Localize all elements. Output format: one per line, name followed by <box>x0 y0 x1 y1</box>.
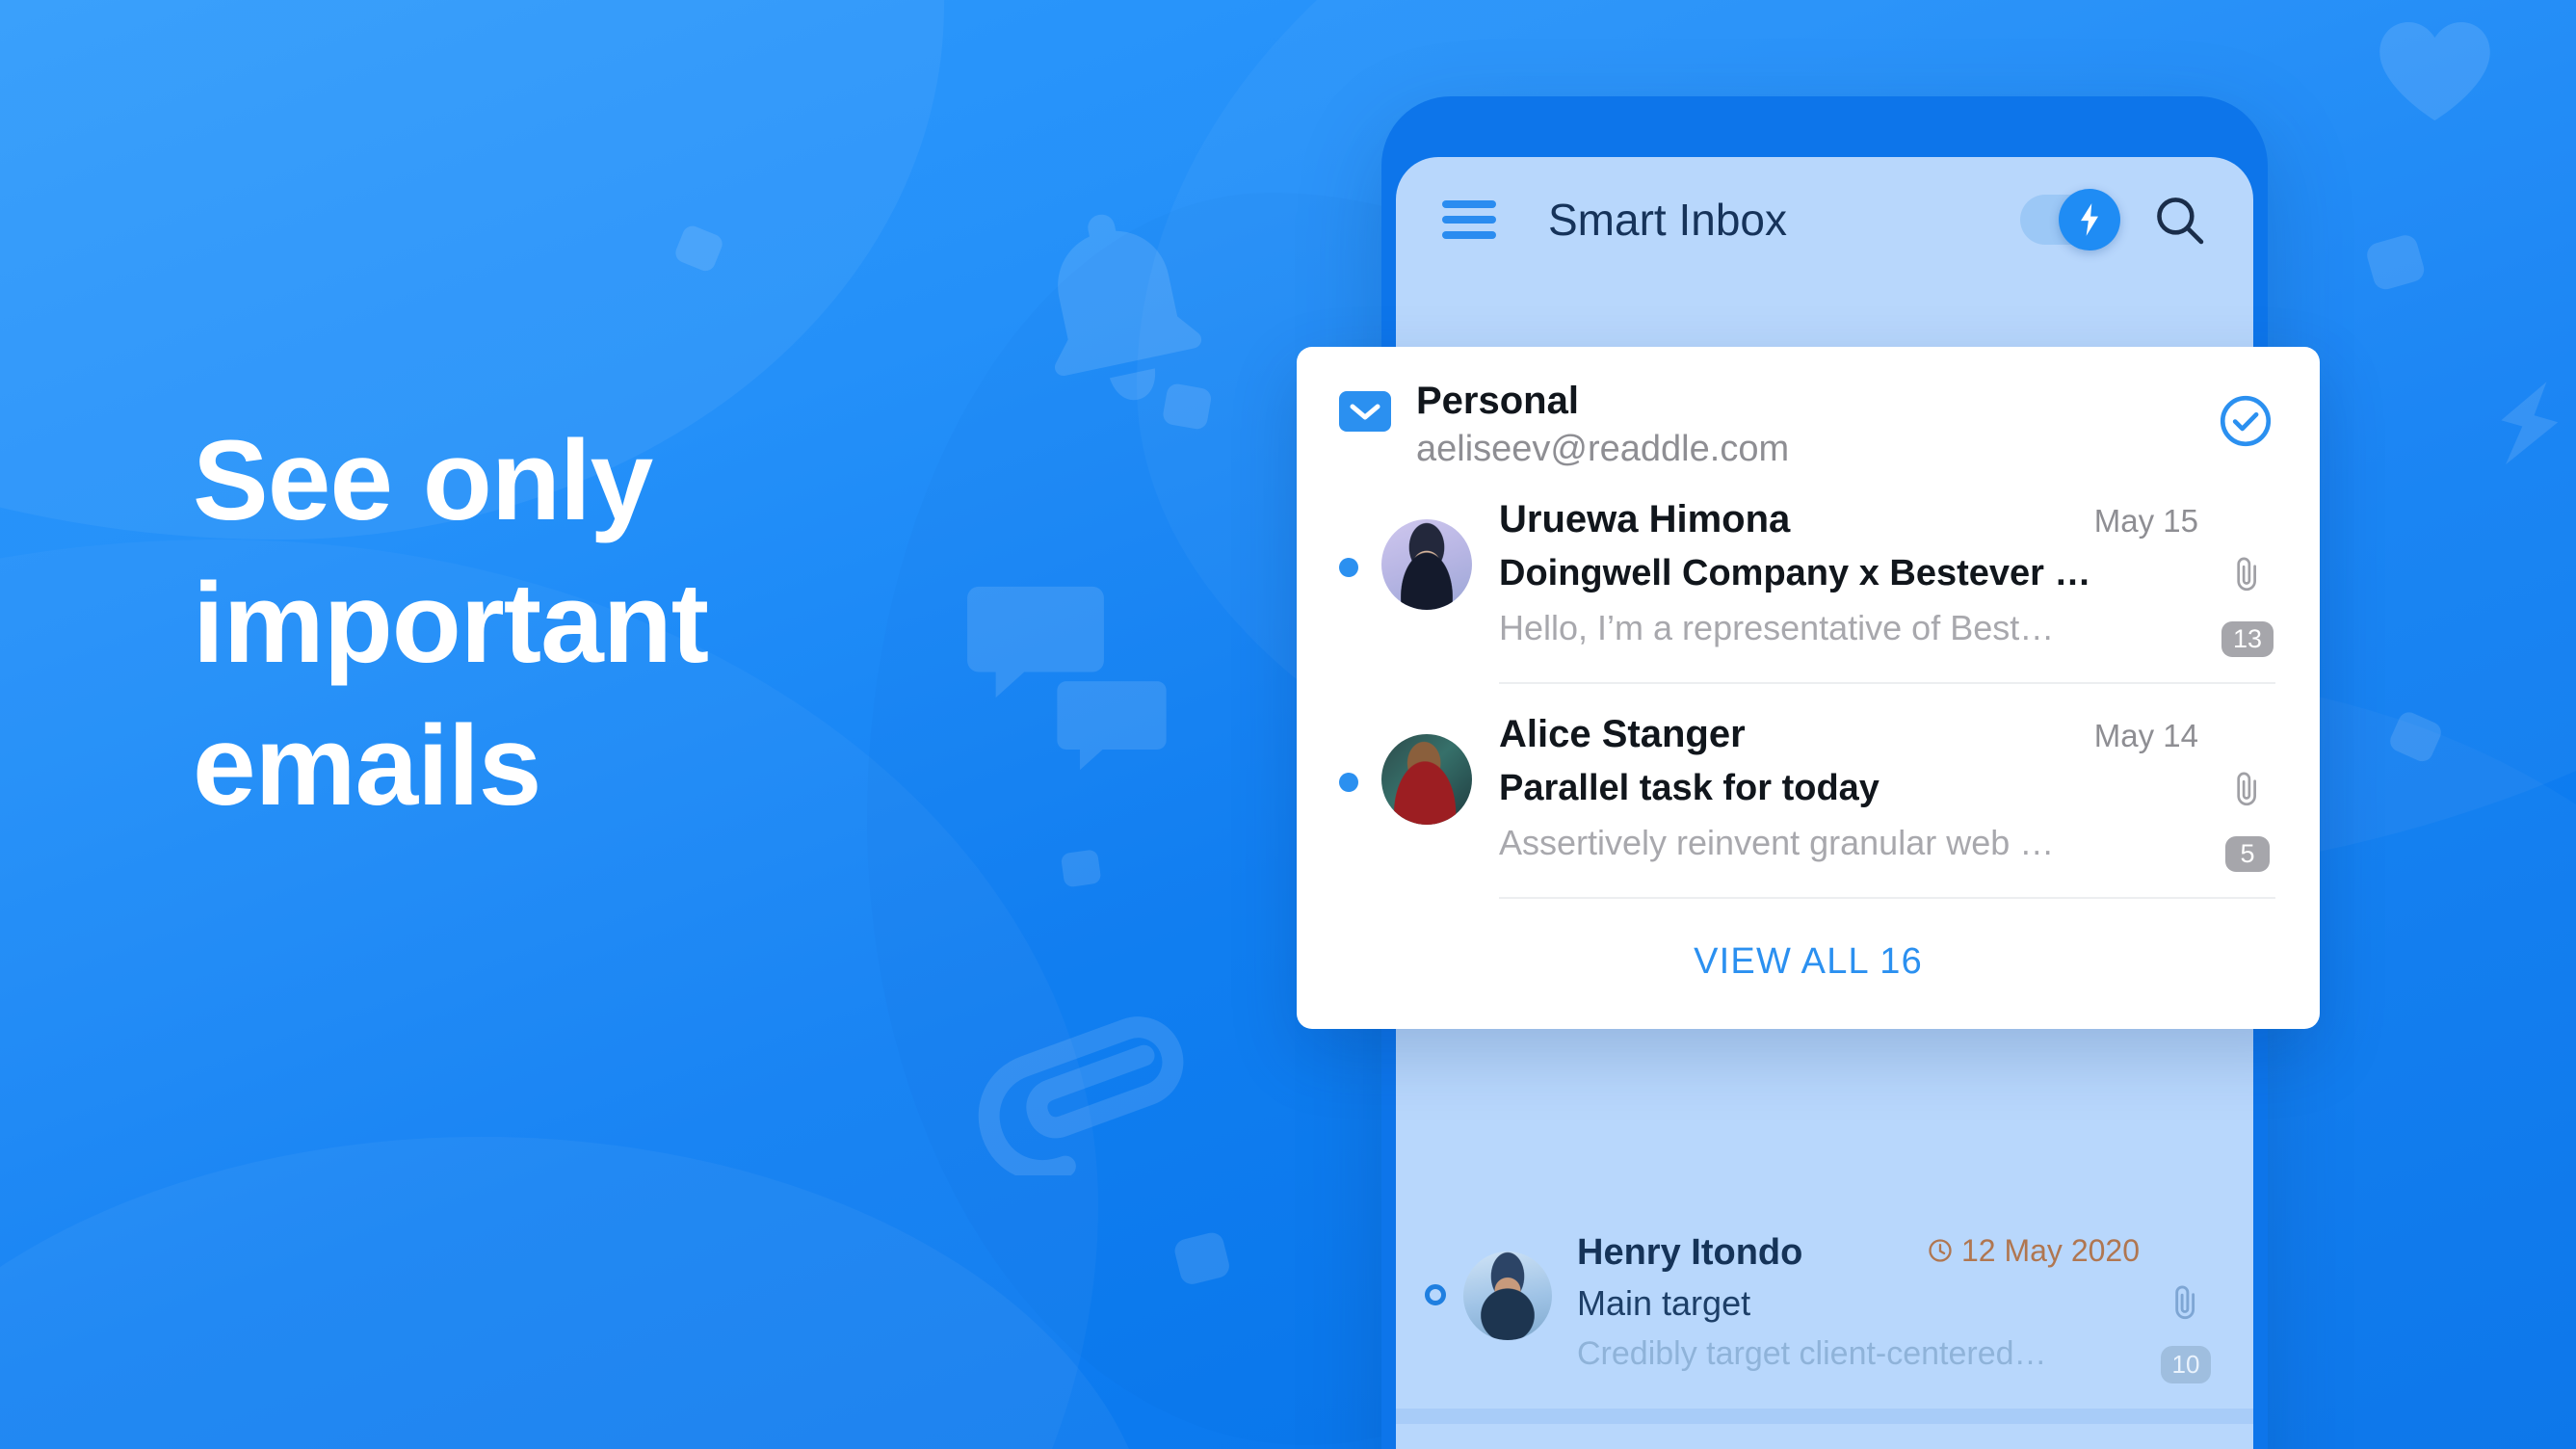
table-row[interactable]: Alice Stanger May 14 Parallel task for t… <box>1339 684 2320 897</box>
bolt-icon <box>2081 203 2098 236</box>
account-email: aeliseev@readdle.com <box>1416 428 1790 469</box>
email-preview: Assertively reinvent granular web … <box>1499 823 2055 863</box>
rounded-square-icon <box>2389 712 2443 763</box>
account-name: Personal <box>1416 380 1579 422</box>
unread-marker-slot <box>1339 713 1381 793</box>
section-header-newsletters[interactable]: Newsletters <box>1396 1424 2253 1449</box>
heart-icon <box>2375 17 2495 125</box>
bell-icon <box>1021 198 1214 409</box>
chat-bubble-icon <box>1055 674 1169 775</box>
unread-dot <box>1339 558 1358 578</box>
account-header[interactable]: Personal aeliseev@readdle.com <box>1297 380 2320 469</box>
thread-date: 12 May 2020 <box>1927 1233 2140 1269</box>
check-circle-icon[interactable] <box>2216 391 2275 451</box>
email-list: Uruewa Himona May 15 Doingwell Company x… <box>1297 469 2320 900</box>
envelope-icon <box>1339 391 1391 436</box>
unread-dot <box>1339 773 1358 793</box>
rounded-square-icon <box>1060 848 1104 890</box>
promo-banner: See only important emails Smart Inbox He… <box>0 0 2576 1449</box>
hamburger-icon[interactable] <box>1442 200 1496 239</box>
unread-marker-slot <box>1339 498 1381 578</box>
smart-inbox-card: Personal aeliseev@readdle.com Uruewa Him… <box>1297 347 2320 1030</box>
email-meta: 13 <box>2220 498 2275 658</box>
sender-name: Alice Stanger <box>1499 713 1746 756</box>
email-preview: Hello, I’m a representative of Best… <box>1499 608 2055 648</box>
toggle-knob <box>2059 189 2120 250</box>
paperclip-icon <box>2237 772 2256 806</box>
unread-ring-dot <box>1425 1284 1446 1305</box>
email-date: May 14 <box>2093 718 2198 754</box>
page-title: Smart Inbox <box>1548 195 1787 245</box>
paperclip-icon <box>2237 557 2256 592</box>
bolt-icon <box>2485 376 2572 472</box>
email-subject: Doingwell Company x Bestever … <box>1499 553 2091 594</box>
email-meta: 5 <box>2220 713 2275 873</box>
page-headline: See only important emails <box>193 424 1060 852</box>
view-all-button[interactable]: VIEW ALL 16 <box>1297 899 2320 1029</box>
inbox-list: Henry Itondo 12 May 2020 Main target Cre… <box>1396 1207 2253 1449</box>
list-item[interactable]: Henry Itondo 12 May 2020 Main target Cre… <box>1396 1207 2253 1409</box>
section-divider <box>1396 1409 2253 1424</box>
email-subject: Parallel task for today <box>1499 768 1879 809</box>
headline-line-3: emails <box>193 702 541 830</box>
account-check-circle[interactable] <box>2216 391 2275 456</box>
headline-line-1: See only <box>193 417 653 544</box>
message-count-badge: 13 <box>2221 621 2274 658</box>
table-row[interactable]: Uruewa Himona May 15 Doingwell Company x… <box>1339 469 2320 682</box>
background-blob <box>0 1137 1156 1449</box>
thread-date-text: 12 May 2020 <box>1960 1232 2140 1268</box>
avatar <box>1463 1251 1552 1340</box>
app-bar-actions <box>2020 189 2207 250</box>
email-body: Alice Stanger May 14 Parallel task for t… <box>1499 713 2198 863</box>
rounded-square-icon <box>1161 382 1215 433</box>
headline-line-2: important <box>193 560 709 687</box>
account-info: Personal aeliseev@readdle.com <box>1416 380 1789 469</box>
thread-preview: Credibly target client-centered… <box>1577 1335 2047 1372</box>
search-icon[interactable] <box>2151 192 2207 248</box>
message-count-badge: 5 <box>2225 836 2270 873</box>
email-date: May 15 <box>2093 503 2198 540</box>
thread-meta: 10 <box>2157 1232 2215 1383</box>
clock-icon <box>1929 1239 1952 1262</box>
app-bar: Smart Inbox <box>1396 157 2253 282</box>
avatar <box>1381 734 1472 826</box>
thread-subject: Main target <box>1577 1283 1751 1323</box>
attachment-count-badge: 10 <box>2160 1346 2212 1383</box>
rounded-square-icon <box>674 225 724 273</box>
focused-inbox-toggle[interactable] <box>2020 189 2120 250</box>
rounded-square-icon <box>2365 234 2429 292</box>
paperclip-icon <box>2175 1285 2195 1320</box>
unread-marker-slot <box>1419 1232 1463 1305</box>
sender-name: Henry Itondo <box>1577 1232 1803 1273</box>
email-body: Uruewa Himona May 15 Doingwell Company x… <box>1499 498 2198 648</box>
list-item-body: Henry Itondo 12 May 2020 Main target Cre… <box>1577 1232 2140 1373</box>
sender-name: Uruewa Himona <box>1499 498 1791 541</box>
paperclip-icon <box>963 983 1219 1175</box>
avatar <box>1381 519 1472 611</box>
rounded-square-icon <box>1173 1231 1233 1287</box>
